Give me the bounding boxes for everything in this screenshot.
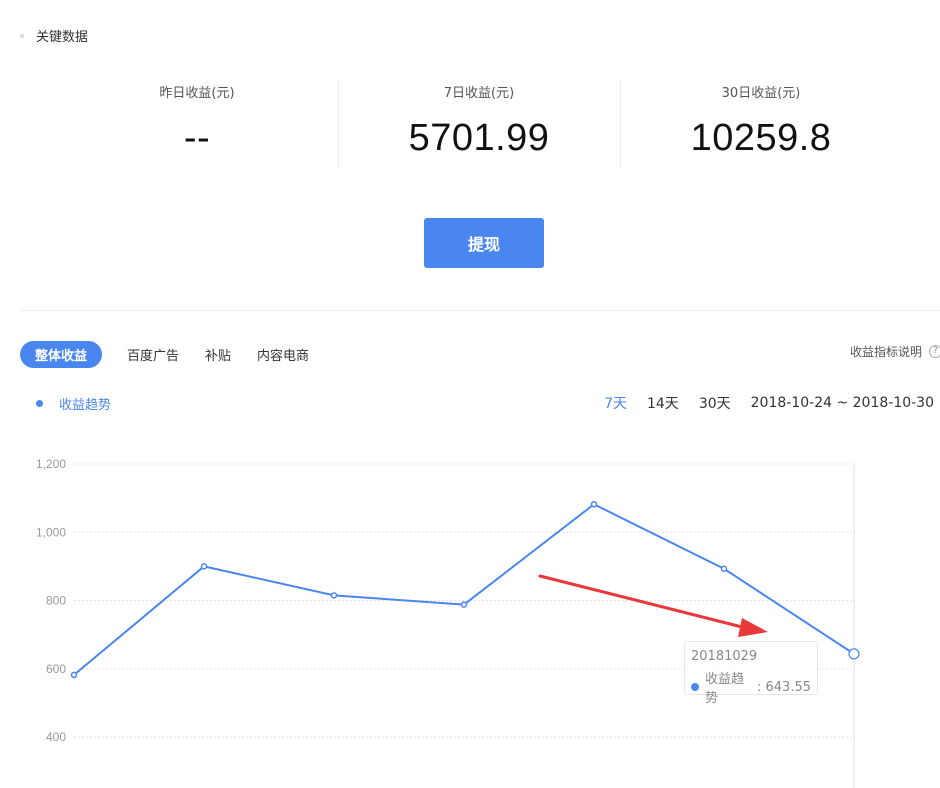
chart-legend[interactable]: 收益趋势 (36, 394, 111, 413)
tooltip-row: 收益趋势: 643.55 (691, 668, 811, 706)
y-tick-label: 800 (46, 594, 66, 608)
withdraw-button[interactable]: 提现 (424, 218, 544, 268)
stat-30day: 30日收益(元) 10259.8 (620, 80, 902, 170)
tab-overall-revenue[interactable]: 整体收益 (20, 341, 103, 368)
data-point (720, 565, 728, 573)
chart-y-axis: 400 600 800 1,000 1,200 (36, 457, 66, 744)
chart-tooltip: 20181029 收益趋势: 643.55 (684, 641, 818, 706)
range-option-14d[interactable]: 14天 (647, 393, 679, 413)
section-title: 关键数据 (20, 26, 88, 45)
tooltip-series: 收益趋势 (705, 672, 745, 706)
stat-label: 30日收益(元) (721, 86, 801, 101)
stats-row: 昨日收益(元) -- 7日收益(元) 5701.99 30日收益(元) 1025… (56, 80, 902, 170)
tab-subsidy[interactable]: 补贴 (205, 341, 231, 368)
stat-label: 7日收益(元) (443, 86, 515, 101)
tab-content-ecommerce[interactable]: 内容电商 (257, 341, 309, 368)
stat-value: 10259.8 (690, 117, 832, 159)
legend-label: 收益趋势 (59, 398, 112, 413)
revenue-tabs: 整体收益 百度广告 补贴 内容电商 (20, 341, 309, 368)
annotation-arrow (538, 574, 768, 637)
y-tick-label: 1,200 (36, 457, 66, 471)
date-range-text[interactable]: 2018-10-24 ~ 2018-10-30 (751, 395, 934, 411)
tab-baidu-ads[interactable]: 百度广告 (127, 341, 179, 368)
section-dot (20, 33, 24, 38)
stat-7day: 7日收益(元) 5701.99 (338, 80, 620, 170)
data-point (460, 601, 468, 608)
tooltip-series-dot (691, 683, 699, 691)
revenue-trend-chart[interactable]: 400 600 800 1,000 1,200 (0, 440, 940, 788)
range-option-7d[interactable]: 7天 (604, 393, 627, 413)
data-point (330, 592, 338, 599)
date-range-selector: 7天 14天 30天 2018-10-24 ~ 2018-10-30 (604, 393, 934, 413)
question-circle-icon[interactable]: ? (929, 345, 940, 358)
legend-dot (36, 400, 43, 407)
section-divider (20, 310, 940, 311)
tooltip-date: 20181029 (691, 649, 758, 664)
data-point (200, 563, 208, 570)
metric-help-label: 收益指标说明 (849, 345, 922, 359)
y-tick-label: 400 (46, 730, 66, 744)
range-option-30d[interactable]: 30天 (699, 393, 731, 413)
stat-value: 5701.99 (408, 117, 550, 159)
tooltip-value: 643.55 (765, 679, 812, 695)
stat-value: -- (183, 117, 211, 159)
data-point (70, 671, 78, 679)
y-tick-label: 600 (46, 662, 66, 676)
data-point (590, 501, 598, 508)
y-tick-label: 1,000 (36, 525, 66, 539)
stat-label: 昨日收益(元) (159, 86, 235, 101)
section-title-text: 关键数据 (36, 30, 89, 45)
data-point-highlighted (848, 648, 860, 660)
metric-help-link[interactable]: 收益指标说明 ? (850, 343, 940, 360)
stat-yesterday: 昨日收益(元) -- (56, 80, 338, 170)
